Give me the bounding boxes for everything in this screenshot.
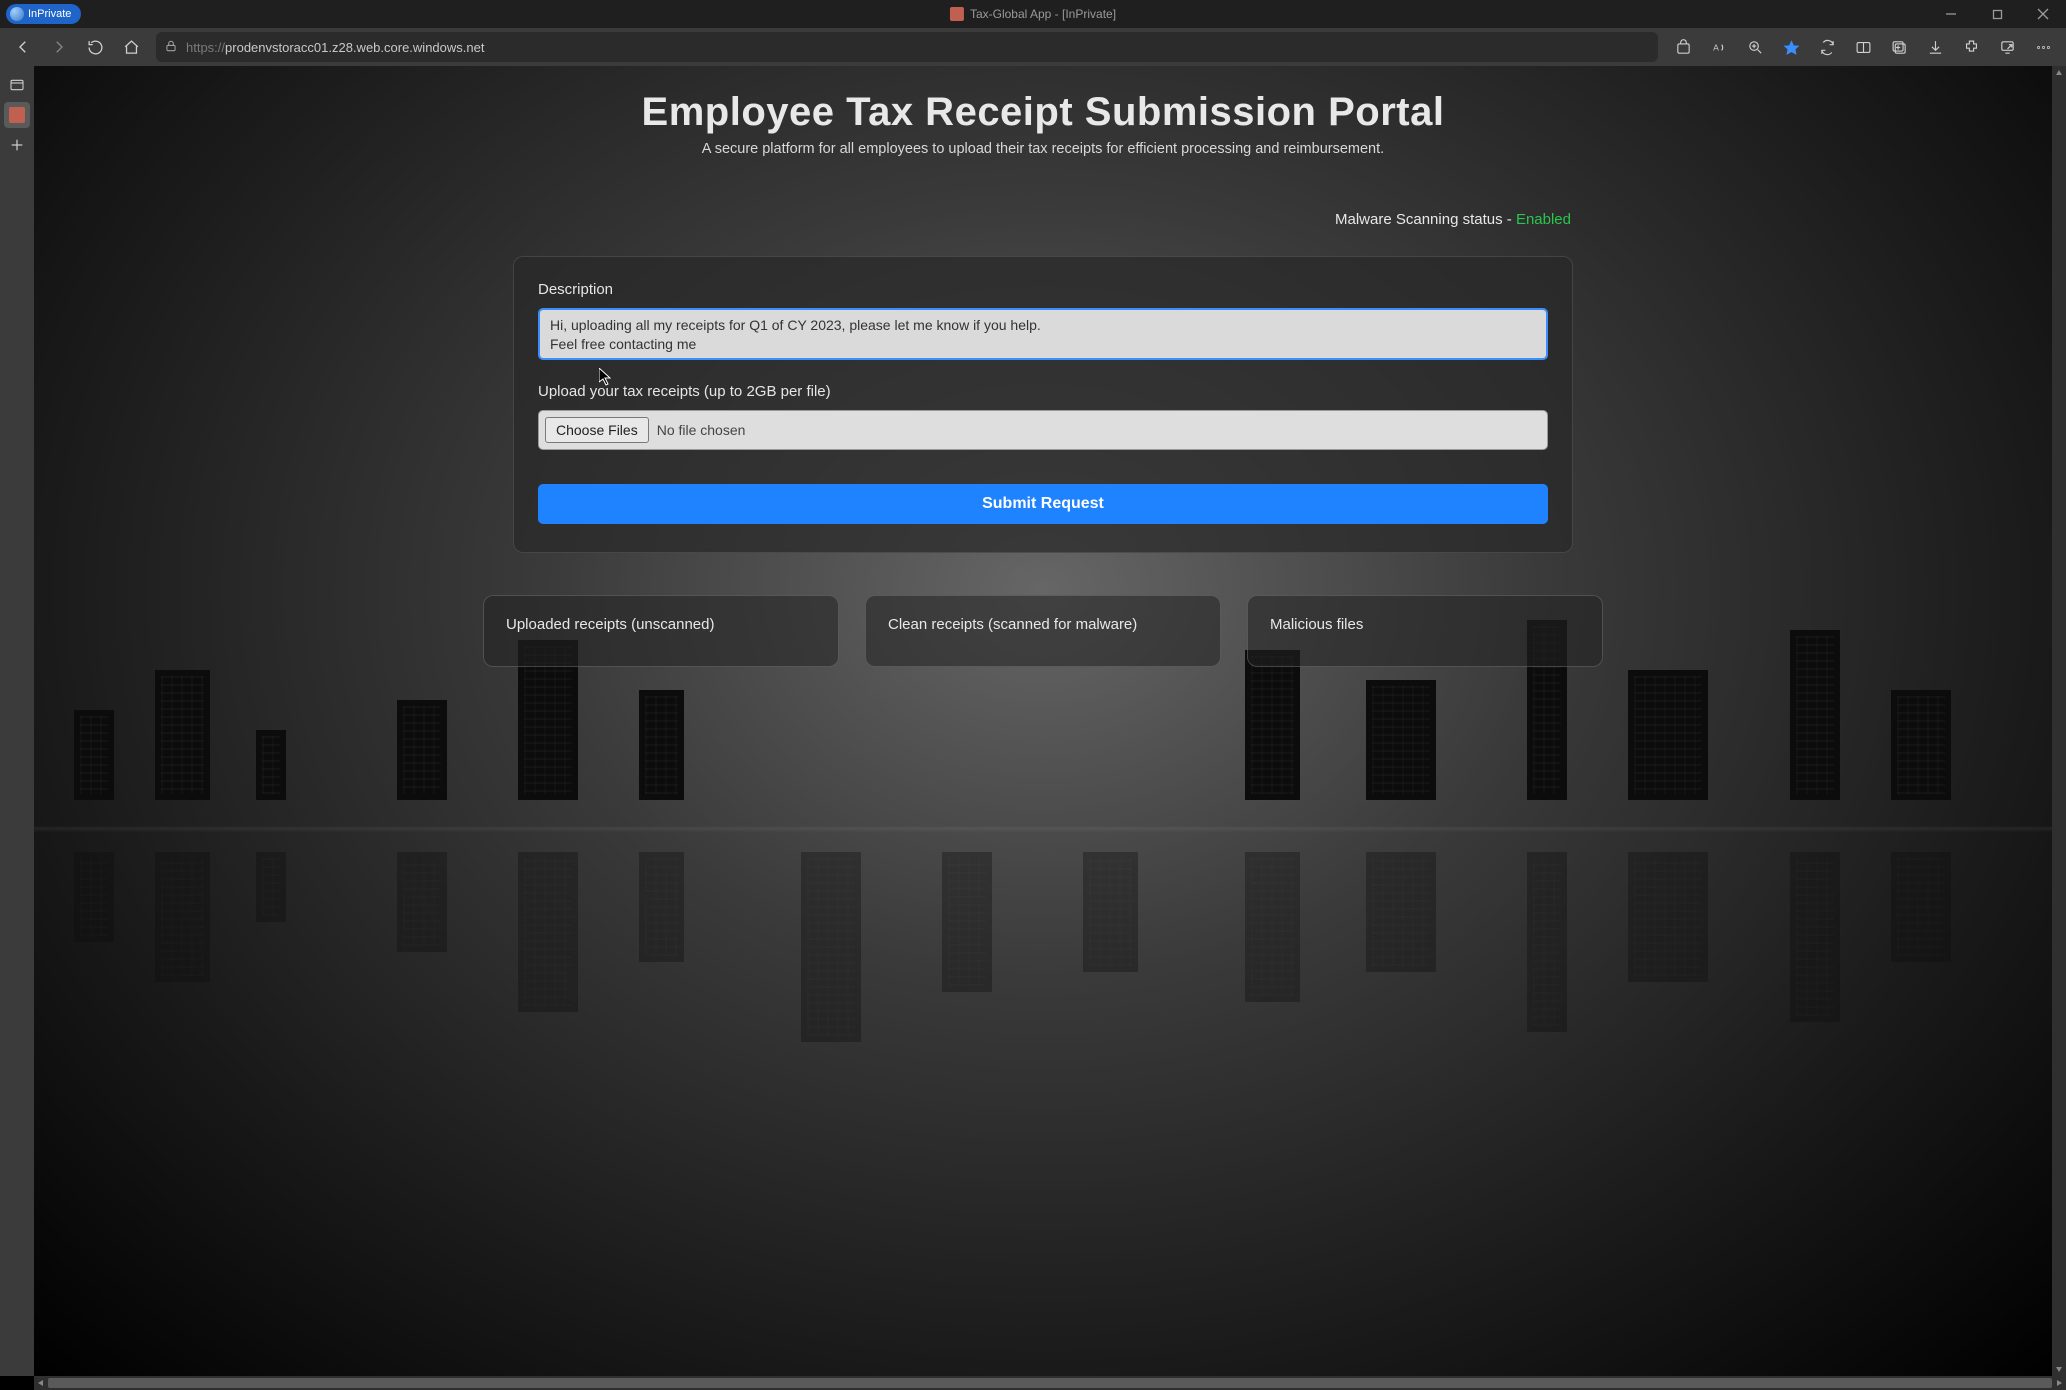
app-icon <box>9 107 25 123</box>
result-panels: Uploaded receipts (unscanned) Clean rece… <box>483 595 1603 667</box>
back-button[interactable] <box>6 32 40 62</box>
h-scroll-track[interactable] <box>48 1376 2052 1390</box>
scroll-left-arrow[interactable] <box>34 1376 48 1390</box>
inprivate-label: InPrivate <box>28 8 71 20</box>
vertical-scrollbar[interactable] <box>2052 66 2066 1376</box>
file-input[interactable]: Choose Files No file chosen <box>538 410 1548 450</box>
panel-clean-title: Clean receipts (scanned for malware) <box>888 616 1137 633</box>
scroll-right-arrow[interactable] <box>2052 1376 2066 1390</box>
home-button[interactable] <box>114 32 148 62</box>
minimize-button[interactable] <box>1928 0 1974 28</box>
window-titlebar: InPrivate Tax-Global App - [InPrivate] <box>0 0 2066 28</box>
collections-icon[interactable] <box>1882 32 1916 62</box>
window-title-text: Tax-Global App - [InPrivate] <box>970 7 1116 21</box>
inprivate-badge[interactable]: InPrivate <box>6 4 81 24</box>
page-viewport: Employee Tax Receipt Submission Portal A… <box>34 66 2052 1376</box>
forward-button[interactable] <box>42 32 76 62</box>
page-subtitle: A secure platform for all employees to u… <box>513 141 1573 157</box>
scroll-down-arrow[interactable] <box>2052 1362 2066 1376</box>
scan-status-value: Enabled <box>1516 211 1571 228</box>
new-tab-button[interactable] <box>4 132 30 158</box>
skyline-reflection-decor <box>34 852 2052 1062</box>
split-screen-icon[interactable] <box>1846 32 1880 62</box>
browser-toolbar: https://prodenvstoracc01.z28.web.core.wi… <box>0 28 2066 66</box>
panel-malicious-title: Malicious files <box>1270 616 1363 633</box>
panel-uploaded-title: Uploaded receipts (unscanned) <box>506 616 714 633</box>
more-menu-icon[interactable] <box>2026 32 2060 62</box>
scan-status-label: Malware Scanning status - <box>1335 211 1516 228</box>
upload-form-card: Description Upload your tax receipts (up… <box>513 256 1573 553</box>
sync-icon[interactable] <box>1810 32 1844 62</box>
close-button[interactable] <box>2020 0 2066 28</box>
rail-tab-1[interactable] <box>4 72 30 98</box>
choose-files-button[interactable]: Choose Files <box>545 417 649 443</box>
app-icon <box>950 7 964 21</box>
page-title: Employee Tax Receipt Submission Portal <box>513 90 1573 135</box>
read-aloud-icon[interactable]: A <box>1702 32 1736 62</box>
address-url: https://prodenvstoracc01.z28.web.core.wi… <box>186 40 484 55</box>
window-controls <box>1928 0 2066 28</box>
scroll-up-arrow[interactable] <box>2052 66 2066 80</box>
lock-icon <box>164 39 178 56</box>
extensions-icon[interactable] <box>1954 32 1988 62</box>
upload-label: Upload your tax receipts (up to 2GB per … <box>538 383 1548 400</box>
refresh-button[interactable] <box>78 32 112 62</box>
scan-status-row: Malware Scanning status - Enabled <box>513 211 1573 228</box>
panel-clean: Clean receipts (scanned for malware) <box>865 595 1221 667</box>
send-to-device-icon[interactable] <box>1990 32 2024 62</box>
panel-uploaded: Uploaded receipts (unscanned) <box>483 595 839 667</box>
file-status-text: No file chosen <box>657 422 746 438</box>
horizontal-scrollbar[interactable] <box>34 1376 2066 1390</box>
maximize-button[interactable] <box>1974 0 2020 28</box>
toolbar-right: A <box>1666 32 2060 62</box>
svg-text:A: A <box>1713 42 1719 52</box>
rail-tab-2-active[interactable] <box>4 102 30 128</box>
panel-malicious: Malicious files <box>1247 595 1603 667</box>
description-input[interactable] <box>538 308 1548 360</box>
submit-request-button[interactable]: Submit Request <box>538 484 1548 524</box>
vertical-tab-rail <box>0 66 34 1376</box>
window-title: Tax-Global App - [InPrivate] <box>950 7 1116 21</box>
zoom-icon[interactable] <box>1738 32 1772 62</box>
shopping-icon[interactable] <box>1666 32 1700 62</box>
address-bar[interactable]: https://prodenvstoracc01.z28.web.core.wi… <box>156 32 1658 62</box>
profile-avatar-icon <box>10 7 24 21</box>
favorite-star-icon[interactable] <box>1774 32 1808 62</box>
description-label: Description <box>538 281 1548 298</box>
downloads-icon[interactable] <box>1918 32 1952 62</box>
h-scroll-thumb[interactable] <box>48 1378 2052 1388</box>
